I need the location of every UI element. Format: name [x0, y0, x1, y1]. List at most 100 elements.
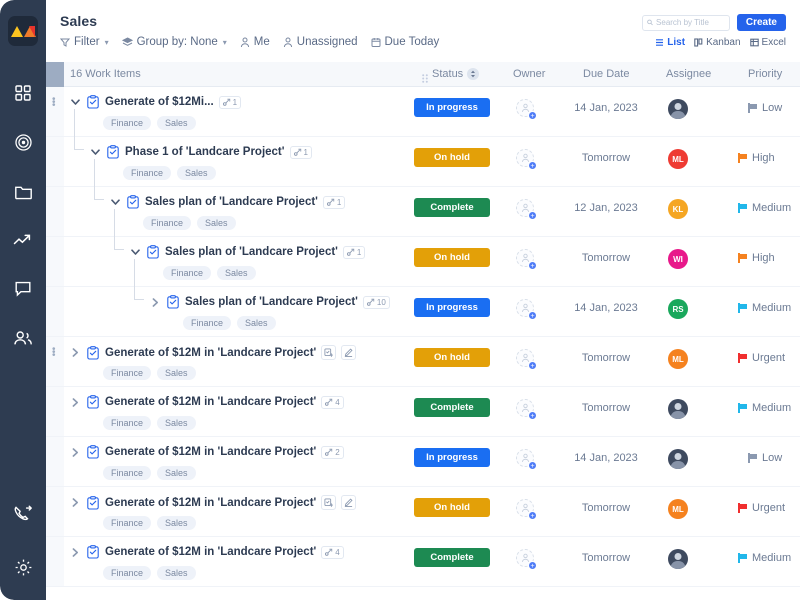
tag[interactable]: Finance	[103, 116, 152, 130]
row-drag-gutter[interactable]	[46, 137, 64, 186]
status-badge[interactable]: In progress	[414, 298, 490, 317]
assignee-cell[interactable]: ML	[668, 499, 688, 519]
table-row[interactable]: • • • Generate of $12M in 'Landcare Project…	[46, 337, 800, 387]
task-checkbox-icon[interactable]	[86, 445, 100, 459]
row-title[interactable]: Generate of $12M in 'Landcare Project'	[105, 396, 316, 408]
assignee-cell[interactable]: WI	[668, 249, 688, 269]
status-badge[interactable]: On hold	[414, 498, 490, 517]
view-tab-list[interactable]: List	[655, 37, 685, 48]
filter-unassigned-button[interactable]: Unassigned	[283, 36, 358, 48]
table-row[interactable]: Sales plan of 'Landcare Project' 1 Finance…	[46, 212, 800, 289]
task-checkbox-icon[interactable]	[126, 195, 140, 209]
table-row[interactable]: Sales plan of 'Landcare Project' 1 Finance…	[46, 162, 800, 239]
assignee-cell[interactable]	[668, 549, 688, 569]
assignee-cell[interactable]	[668, 99, 688, 119]
tag[interactable]: Sales	[197, 216, 236, 230]
tag[interactable]: Finance	[103, 416, 152, 430]
task-checkbox-icon[interactable]	[86, 545, 100, 559]
row-expand-toggle[interactable]	[130, 248, 141, 257]
subtask-count-chip[interactable]: 1	[218, 95, 242, 109]
column-header-priority[interactable]: Priority	[748, 68, 782, 80]
table-row[interactable]: Generate of $12M in 'Landcare Project' 4 F…	[46, 537, 800, 587]
view-tab-kanban[interactable]: Kanban	[694, 37, 741, 48]
status-badge[interactable]: Complete	[414, 398, 490, 417]
status-badge[interactable]: In progress	[414, 98, 490, 117]
tag[interactable]: Finance	[143, 216, 192, 230]
add-owner-badge[interactable]: +	[528, 161, 537, 170]
task-checkbox-icon[interactable]	[166, 295, 180, 309]
status-badge[interactable]: Complete	[414, 548, 490, 567]
tag[interactable]: Sales	[177, 166, 216, 180]
sidebar-item-calls[interactable]	[12, 502, 34, 524]
status-badge[interactable]: On hold	[414, 348, 490, 367]
add-subtask-button[interactable]	[321, 495, 337, 510]
tag[interactable]: Sales	[157, 466, 196, 480]
edit-button[interactable]	[341, 345, 357, 360]
due-date-cell[interactable]: 14 Jan, 2023	[556, 102, 656, 114]
row-expand-toggle[interactable]	[90, 148, 101, 157]
due-date-cell[interactable]: 14 Jan, 2023	[556, 452, 656, 464]
row-drag-gutter[interactable]	[46, 537, 64, 586]
row-title[interactable]: Sales plan of 'Landcare Project'	[185, 296, 358, 308]
priority-cell[interactable]: Urgent	[738, 352, 785, 364]
tag[interactable]: Finance	[183, 316, 232, 330]
tag[interactable]: Sales	[217, 266, 256, 280]
row-menu-button[interactable]: • • •	[52, 345, 56, 361]
assignee-cell[interactable]: KL	[668, 199, 688, 219]
sidebar-item-settings[interactable]	[12, 556, 34, 578]
assignee-cell[interactable]: ML	[668, 349, 688, 369]
status-badge[interactable]: In progress	[414, 448, 490, 467]
tag[interactable]: Sales	[157, 516, 196, 530]
owner-cell[interactable]: +	[516, 149, 537, 170]
row-drag-gutter[interactable]	[46, 237, 64, 286]
priority-cell[interactable]: Medium	[738, 402, 791, 414]
subtask-count-chip[interactable]: 2	[321, 445, 344, 459]
tag[interactable]: Sales	[237, 316, 276, 330]
row-expand-toggle[interactable]	[70, 447, 81, 457]
priority-cell[interactable]: Medium	[738, 302, 791, 314]
row-expand-toggle[interactable]	[70, 348, 81, 357]
sidebar-item-team[interactable]	[12, 327, 34, 349]
add-owner-badge[interactable]: +	[528, 411, 537, 420]
due-date-cell[interactable]: Tomorrow	[556, 552, 656, 564]
subtask-count-chip[interactable]: 4	[321, 395, 344, 409]
assignee-cell[interactable]: ML	[668, 149, 688, 169]
status-badge[interactable]: On hold	[414, 248, 490, 267]
row-title[interactable]: Generate of $12M in 'Landcare Project'	[105, 497, 316, 509]
task-checkbox-icon[interactable]	[146, 245, 160, 259]
assignee-cell[interactable]	[668, 449, 688, 469]
subtask-count-chip[interactable]: 4	[321, 545, 344, 559]
add-owner-badge[interactable]: +	[528, 461, 537, 470]
task-checkbox-icon[interactable]	[106, 145, 120, 159]
add-subtask-button[interactable]	[321, 345, 337, 360]
status-badge[interactable]: On hold	[414, 148, 490, 167]
row-drag-gutter[interactable]	[46, 437, 64, 486]
row-expand-toggle[interactable]	[70, 498, 81, 507]
group-by-button[interactable]: Group by: None ▾	[121, 36, 227, 48]
subtask-count-chip[interactable]: 1	[322, 195, 346, 209]
assignee-cell[interactable]: RS	[668, 299, 688, 319]
tag[interactable]: Sales	[157, 366, 196, 380]
row-title[interactable]: Sales plan of 'Landcare Project'	[165, 246, 338, 258]
tag[interactable]: Finance	[103, 516, 152, 530]
owner-cell[interactable]: +	[516, 499, 537, 520]
tag[interactable]: Finance	[103, 566, 152, 580]
tag[interactable]: Finance	[103, 366, 152, 380]
filter-me-button[interactable]: Me	[240, 36, 270, 48]
select-all-gutter[interactable]	[46, 62, 64, 87]
tag[interactable]: Finance	[163, 266, 212, 280]
sort-icon[interactable]	[467, 68, 480, 80]
sidebar-item-messages[interactable]	[12, 278, 34, 300]
add-owner-badge[interactable]: +	[528, 261, 537, 270]
row-title[interactable]: Generate of $12M in 'Landcare Project'	[105, 546, 316, 558]
table-row[interactable]: Generate of $12M in 'Landcare Project' 4 F…	[46, 387, 800, 437]
sidebar-item-files[interactable]	[12, 180, 34, 202]
priority-cell[interactable]: Urgent	[738, 502, 785, 514]
table-row[interactable]: Phase 1 of 'Landcare Project' 1 Finance Sal…	[46, 112, 800, 189]
owner-cell[interactable]: +	[516, 199, 537, 220]
subtask-count-chip[interactable]: 10	[362, 295, 390, 309]
owner-cell[interactable]: +	[516, 449, 537, 470]
app-logo[interactable]	[8, 16, 38, 46]
priority-cell[interactable]: Low	[748, 102, 782, 114]
tag[interactable]: Sales	[157, 116, 196, 130]
